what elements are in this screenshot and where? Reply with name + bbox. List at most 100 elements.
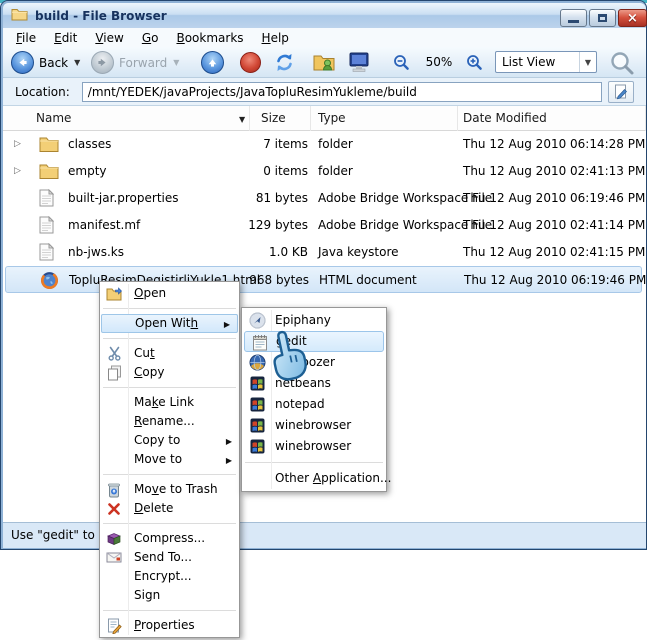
forward-button[interactable]: Forward ▼: [91, 51, 179, 74]
menu-separator: [103, 308, 236, 309]
home-folder-icon: [313, 55, 335, 71]
menu-item-open[interactable]: Open: [100, 284, 239, 303]
menu-item-cut[interactable]: Cut: [100, 344, 239, 363]
menu-item-label: Move to Trash: [134, 482, 218, 496]
menu-item-move-to[interactable]: Move to ▶: [100, 450, 239, 469]
envelope-icon: [105, 549, 123, 566]
menu-item-encrypt[interactable]: Encrypt...: [100, 567, 239, 586]
trash-icon: [105, 481, 123, 498]
zoom-out-button[interactable]: [393, 54, 410, 71]
file-date: Thu 12 Aug 2010 02:41:14 PM EEST: [463, 218, 646, 232]
file-date: Thu 12 Aug 2010 06:19:46 PM EEST: [464, 273, 646, 287]
menu-item-delete[interactable]: Delete: [100, 499, 239, 518]
kompozer-icon: [248, 354, 266, 371]
file-size: 7 items: [263, 137, 308, 151]
scissors-icon: [105, 345, 123, 362]
reload-button[interactable]: [273, 51, 296, 74]
menu-item-make-link[interactable]: Make Link: [100, 393, 239, 412]
stop-icon: [240, 52, 261, 73]
column-header-name[interactable]: Name: [3, 106, 250, 131]
text-file-icon: [39, 215, 59, 235]
menu-edit[interactable]: Edit: [45, 30, 86, 46]
expander-icon[interactable]: ▷: [14, 131, 21, 158]
menu-item-label: Move to: [134, 452, 183, 466]
menu-item-label: Encrypt...: [134, 569, 192, 583]
menu-item-winebrowser-1[interactable]: winebrowser: [242, 415, 386, 436]
menu-item-sign[interactable]: Sign: [100, 586, 239, 605]
zoom-out-icon: [394, 55, 409, 70]
sort-descending-icon[interactable]: ▼: [239, 115, 245, 124]
menu-item-epiphany[interactable]: Epiphany: [242, 310, 386, 331]
back-dropdown-icon[interactable]: ▼: [74, 58, 80, 67]
minimize-button[interactable]: [560, 9, 587, 27]
menu-item-label: Compress...: [134, 531, 206, 545]
maximize-button[interactable]: [589, 9, 616, 27]
submenu-arrow-icon: ▶: [225, 437, 232, 446]
maximize-icon: [598, 14, 607, 22]
table-row[interactable]: ▷ empty 0 items folder Thu 12 Aug 2010 0…: [3, 158, 646, 185]
table-row[interactable]: ▷ classes 7 items folder Thu 12 Aug 2010…: [3, 131, 646, 158]
menu-item-notepad[interactable]: notepad: [242, 394, 386, 415]
menu-separator: [103, 338, 236, 339]
menu-item-label: Open: [134, 286, 167, 300]
menu-help[interactable]: Help: [253, 30, 298, 46]
computer-button[interactable]: [347, 52, 371, 73]
file-date: Thu 12 Aug 2010 06:19:46 PM EEST: [463, 191, 646, 205]
menu-item-label: Rename...: [134, 414, 195, 428]
menubar: File Edit View Go Bookmarks Help: [3, 28, 646, 47]
chevron-down-icon[interactable]: ▼: [579, 52, 596, 72]
file-date: Thu 12 Aug 2010 06:14:28 PM EEST: [463, 137, 646, 151]
menu-item-label: Copy to: [134, 433, 181, 447]
toolbar: Back ▼ Forward ▼ 50% List View ▼: [3, 47, 646, 78]
menu-item-send-to[interactable]: Send To...: [100, 548, 239, 567]
file-name: built-jar.properties: [68, 191, 179, 205]
menu-separator: [103, 387, 236, 388]
context-menu: Open Open With ▶ Cut Copy Make Link Rena…: [99, 281, 240, 638]
file-date: Thu 12 Aug 2010 02:41:13 PM EEST: [463, 164, 646, 178]
submenu-arrow-icon: ▶: [225, 456, 232, 465]
menu-item-label: winebrowser: [275, 418, 352, 432]
windows-app-icon: [248, 438, 266, 455]
menu-item-winebrowser-2[interactable]: winebrowser: [242, 436, 386, 457]
file-name: nb-jws.ks: [68, 245, 124, 259]
column-header-size[interactable]: Size: [250, 106, 311, 131]
menu-go[interactable]: Go: [133, 30, 168, 46]
location-bar: Location: /mnt/YEDEK/javaProjects/JavaTo…: [3, 78, 646, 106]
titlebar[interactable]: build - File Browser ×: [3, 3, 647, 28]
menu-item-other-application[interactable]: Other Application...: [242, 468, 391, 489]
back-button[interactable]: Back ▼: [11, 51, 80, 74]
close-button[interactable]: ×: [618, 9, 647, 27]
text-file-icon: [39, 242, 59, 262]
menu-bookmarks[interactable]: Bookmarks: [167, 30, 252, 46]
menu-view[interactable]: View: [86, 30, 132, 46]
location-input[interactable]: /mnt/YEDEK/javaProjects/JavaTopluResimYu…: [81, 81, 602, 102]
table-row[interactable]: built-jar.properties 81 bytes Adobe Brid…: [3, 185, 646, 212]
menu-item-copy[interactable]: Copy: [100, 363, 239, 382]
menu-item-open-with[interactable]: Open With ▶: [101, 314, 238, 333]
menu-item-move-to-trash[interactable]: Move to Trash: [100, 480, 239, 499]
archive-icon: [105, 530, 123, 547]
file-name: manifest.mf: [68, 218, 141, 232]
menu-item-label: Copy: [134, 365, 165, 379]
column-header-type[interactable]: Type: [311, 106, 458, 131]
table-row[interactable]: manifest.mf 129 bytes Adobe Bridge Works…: [3, 212, 646, 239]
menu-item-properties[interactable]: Properties: [100, 616, 239, 635]
stop-button[interactable]: [240, 52, 261, 73]
menu-item-rename[interactable]: Rename...: [100, 412, 239, 431]
menu-item-label: Open With: [135, 316, 199, 330]
menu-item-label: Make Link: [134, 395, 195, 409]
menu-file[interactable]: File: [7, 30, 45, 46]
menu-item-compress[interactable]: Compress...: [100, 529, 239, 548]
menu-item-label: Delete: [134, 501, 174, 515]
menu-item-label: Sign: [134, 588, 161, 602]
search-button[interactable]: [609, 50, 635, 76]
column-header-date-modified[interactable]: Date Modified: [458, 106, 646, 131]
view-mode-select[interactable]: List View ▼: [495, 51, 597, 73]
expander-icon[interactable]: ▷: [14, 158, 21, 185]
up-button[interactable]: [201, 51, 224, 74]
location-edit-button[interactable]: [607, 80, 634, 103]
table-row[interactable]: nb-jws.ks 1.0 KB Java keystore Thu 12 Au…: [3, 239, 646, 266]
menu-item-copy-to[interactable]: Copy to ▶: [100, 431, 239, 450]
home-button[interactable]: [313, 53, 335, 71]
zoom-in-button[interactable]: [466, 54, 483, 71]
